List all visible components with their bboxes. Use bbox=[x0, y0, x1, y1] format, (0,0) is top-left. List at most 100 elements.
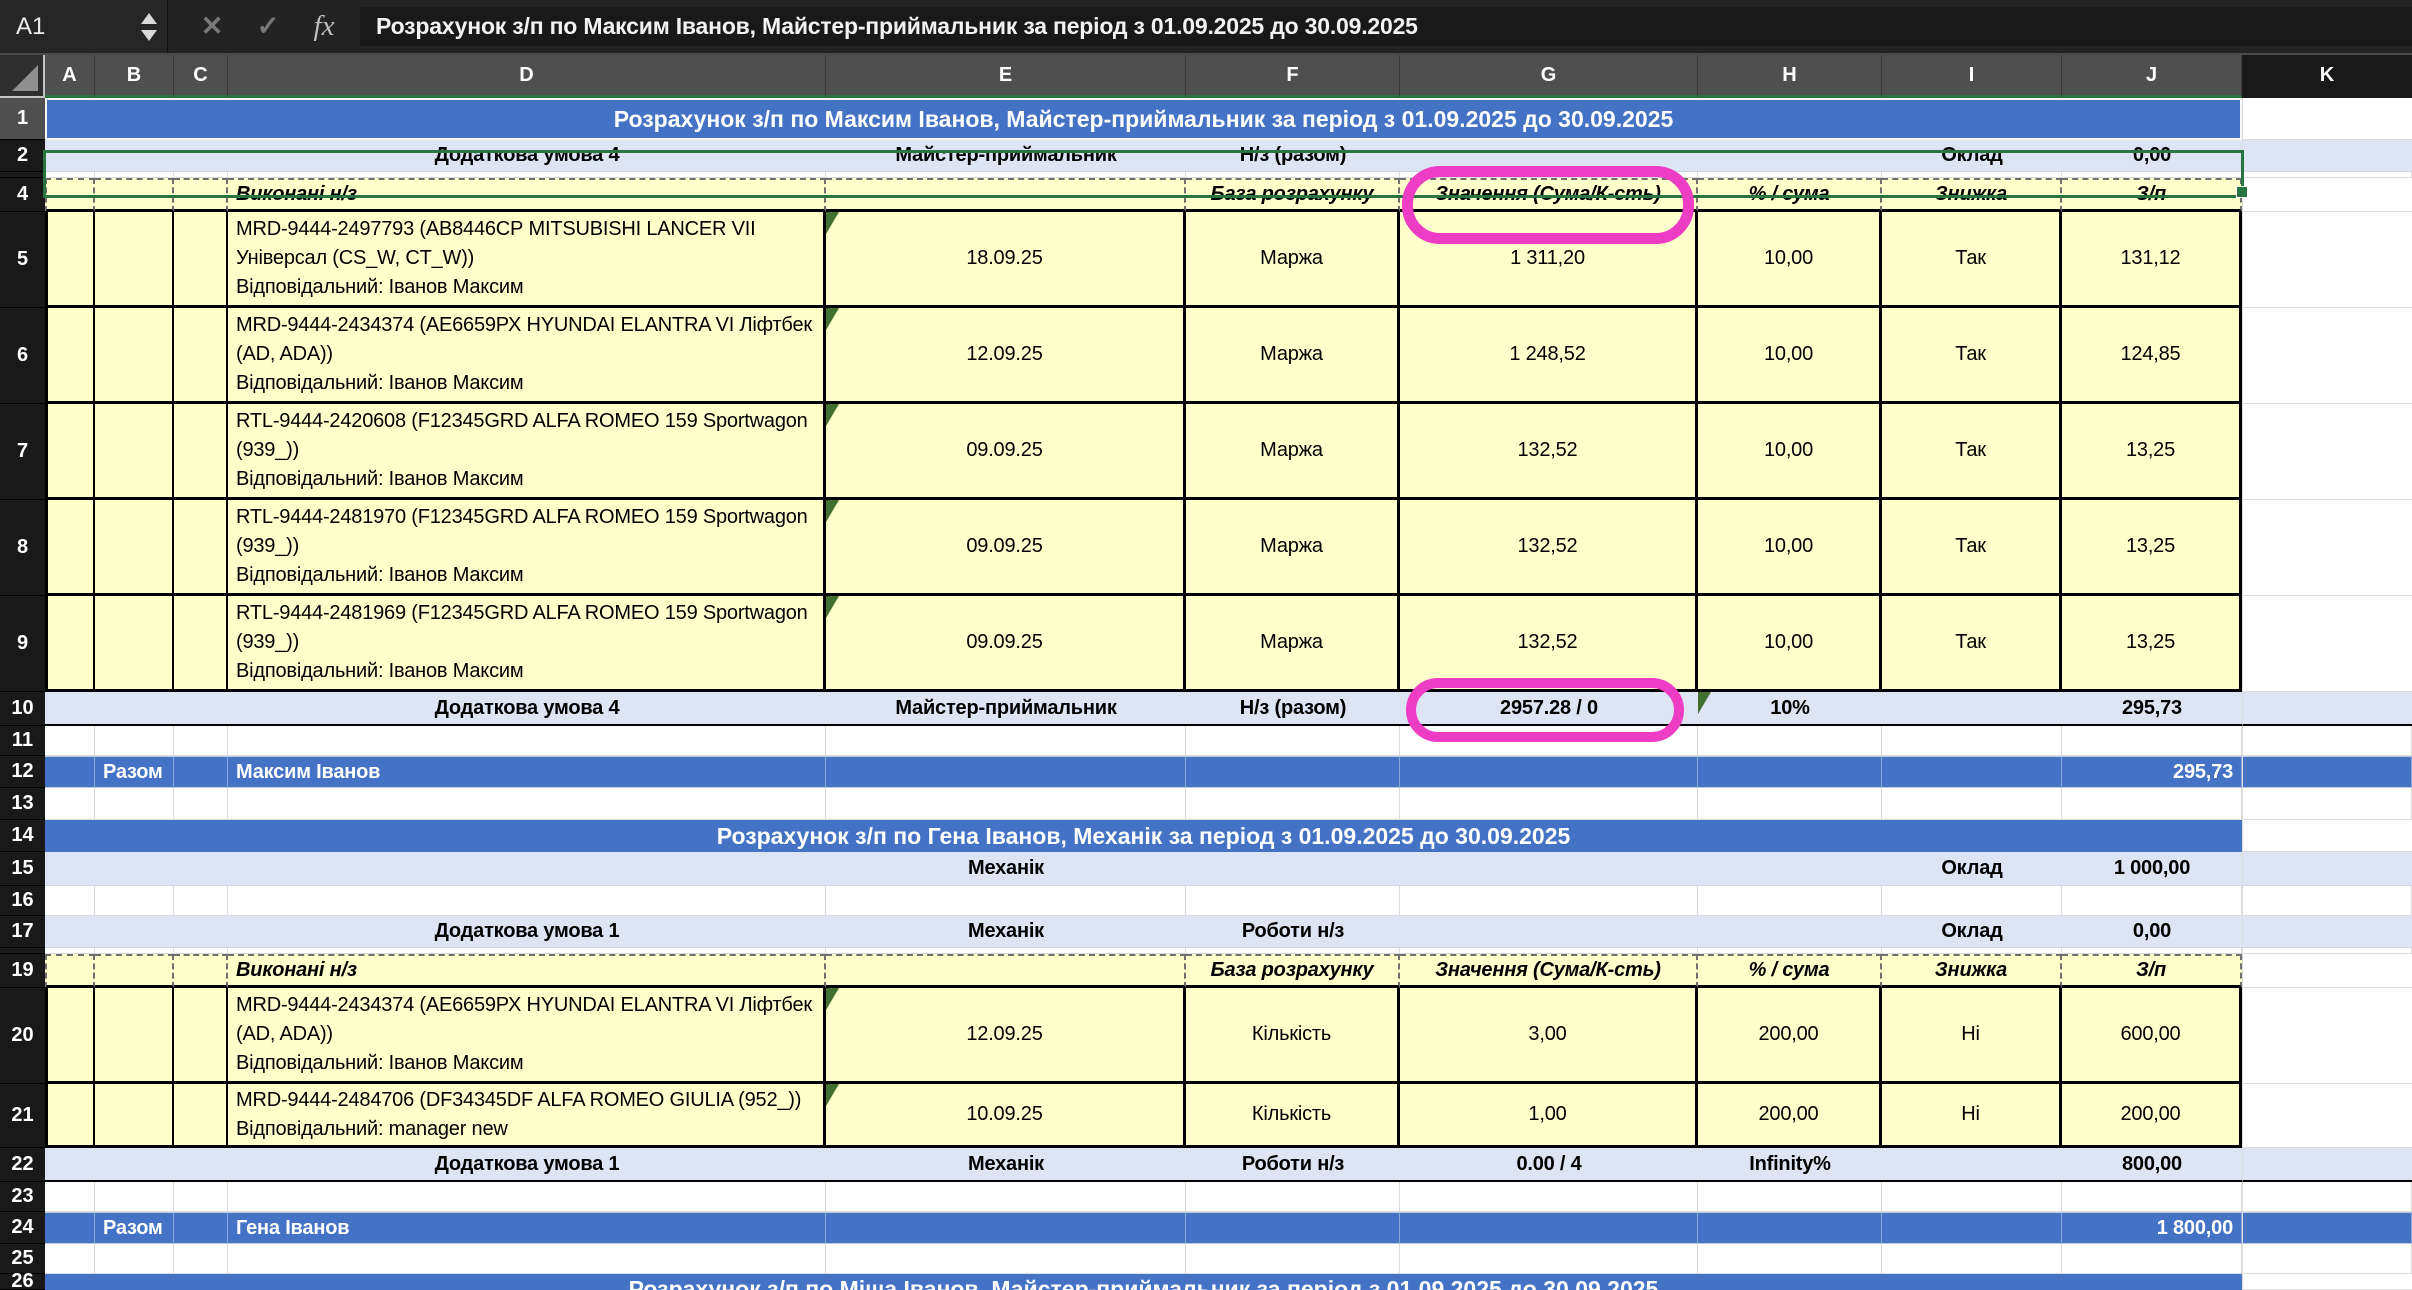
cell-A10[interactable] bbox=[45, 692, 95, 726]
cell-D2[interactable]: Додаткова умова 4 bbox=[228, 140, 826, 172]
column-header-C[interactable]: C bbox=[174, 55, 228, 98]
row-header-19[interactable]: 19 bbox=[0, 954, 45, 988]
cell-K6[interactable] bbox=[2242, 308, 2412, 404]
cell-K19[interactable] bbox=[2242, 954, 2412, 988]
cell-A13[interactable] bbox=[45, 788, 95, 820]
cell-D4[interactable]: Виконані н/з bbox=[228, 178, 826, 212]
row-header-12[interactable]: 12 bbox=[0, 756, 45, 788]
cell-C10[interactable] bbox=[174, 692, 228, 726]
row-header-2[interactable]: 2 bbox=[0, 140, 45, 172]
cell-E21[interactable]: 10.09.25 bbox=[826, 1084, 1186, 1148]
cell-J12[interactable]: 295,73 bbox=[2062, 756, 2242, 788]
cell-I16[interactable] bbox=[1882, 886, 2062, 916]
cell-B20[interactable] bbox=[95, 988, 174, 1084]
cell-D21[interactable]: MRD-9444-2484706 (DF34345DF ALFA ROMEO G… bbox=[228, 1084, 826, 1148]
cell-J21[interactable]: 200,00 bbox=[2062, 1084, 2242, 1148]
cell-D22[interactable]: Додаткова умова 1 bbox=[228, 1148, 826, 1182]
row-header-24[interactable]: 24 bbox=[0, 1212, 45, 1244]
cell-H8[interactable]: 10,00 bbox=[1698, 500, 1882, 596]
cell-D16[interactable] bbox=[228, 886, 826, 916]
cell-B5[interactable] bbox=[95, 212, 174, 308]
cell-J20[interactable]: 600,00 bbox=[2062, 988, 2242, 1084]
cell-I2[interactable]: Оклад bbox=[1882, 140, 2062, 172]
cell-C9[interactable] bbox=[174, 596, 228, 692]
cell-C23[interactable] bbox=[174, 1182, 228, 1212]
cell-A22[interactable] bbox=[45, 1148, 95, 1182]
cell-I12[interactable] bbox=[1882, 756, 2062, 788]
cell-J16[interactable] bbox=[2062, 886, 2242, 916]
cell-E25[interactable] bbox=[826, 1244, 1186, 1274]
cell-B8[interactable] bbox=[95, 500, 174, 596]
column-header-B[interactable]: B bbox=[95, 55, 174, 98]
cell-F16[interactable] bbox=[1186, 886, 1400, 916]
cell-B25[interactable] bbox=[95, 1244, 174, 1274]
cell-K4[interactable] bbox=[2242, 178, 2412, 212]
cell-C22[interactable] bbox=[174, 1148, 228, 1182]
cell-H2[interactable] bbox=[1698, 140, 1882, 172]
cell-H10[interactable]: 10% bbox=[1698, 692, 1882, 726]
cell-J19[interactable]: З/п bbox=[2062, 954, 2242, 988]
column-header-K[interactable]: K bbox=[2242, 55, 2412, 98]
cell-B13[interactable] bbox=[95, 788, 174, 820]
cell-J2[interactable]: 0,00 bbox=[2062, 140, 2242, 172]
confirm-icon[interactable]: ✓ bbox=[240, 11, 296, 42]
cell-B24[interactable]: Разом bbox=[95, 1212, 174, 1244]
cell-G23[interactable] bbox=[1400, 1182, 1698, 1212]
cell-E7[interactable]: 09.09.25 bbox=[826, 404, 1186, 500]
cell-F15[interactable] bbox=[1186, 852, 1400, 886]
cell-B16[interactable] bbox=[95, 886, 174, 916]
cell-B11[interactable] bbox=[95, 726, 174, 756]
cell-A9[interactable] bbox=[45, 596, 95, 692]
cell-H22[interactable]: Infinity% bbox=[1698, 1148, 1882, 1182]
cell-A6[interactable] bbox=[45, 308, 95, 404]
cell-I8[interactable]: Так bbox=[1882, 500, 2062, 596]
cell-D24[interactable]: Гена Іванов bbox=[228, 1212, 826, 1244]
cell-G8[interactable]: 132,52 bbox=[1400, 500, 1698, 596]
cell-G4[interactable]: Значення (Сума/К-сть) bbox=[1400, 178, 1698, 212]
cell-I6[interactable]: Так bbox=[1882, 308, 2062, 404]
cell-J6[interactable]: 124,85 bbox=[2062, 308, 2242, 404]
cell-H4[interactable]: % / сума bbox=[1698, 178, 1882, 212]
cell-I24[interactable] bbox=[1882, 1212, 2062, 1244]
cell-A8[interactable] bbox=[45, 500, 95, 596]
row-header-17[interactable]: 17 bbox=[0, 916, 45, 948]
cell-K7[interactable] bbox=[2242, 404, 2412, 500]
cell-F2[interactable]: Н/з (разом) bbox=[1186, 140, 1400, 172]
cell-I23[interactable] bbox=[1882, 1182, 2062, 1212]
cell-D6[interactable]: MRD-9444-2434374 (АЕ6659РХ HYUNDAI ELANT… bbox=[228, 308, 826, 404]
cell-F12[interactable] bbox=[1186, 756, 1400, 788]
cell-G17[interactable] bbox=[1400, 916, 1698, 948]
cell-F5[interactable]: Маржа bbox=[1186, 212, 1400, 308]
cell-C19[interactable] bbox=[174, 954, 228, 988]
cell-C4[interactable] bbox=[174, 178, 228, 212]
cell-F19[interactable]: База розрахунку bbox=[1186, 954, 1400, 988]
cell-C12[interactable] bbox=[174, 756, 228, 788]
cell-K23[interactable] bbox=[2242, 1182, 2412, 1212]
cell-reference-box[interactable]: A1 bbox=[0, 0, 168, 53]
cell-K9[interactable] bbox=[2242, 596, 2412, 692]
cell-E22[interactable]: Механік bbox=[826, 1148, 1186, 1182]
cell-B2[interactable] bbox=[95, 140, 174, 172]
cell-E9[interactable]: 09.09.25 bbox=[826, 596, 1186, 692]
cell-J15[interactable]: 1 000,00 bbox=[2062, 852, 2242, 886]
cell-B19[interactable] bbox=[95, 954, 174, 988]
cell-I20[interactable]: Ні bbox=[1882, 988, 2062, 1084]
cell-B9[interactable] bbox=[95, 596, 174, 692]
cell-H17[interactable] bbox=[1698, 916, 1882, 948]
cell-J22[interactable]: 800,00 bbox=[2062, 1148, 2242, 1182]
cell-E4[interactable] bbox=[826, 178, 1186, 212]
cell-A4[interactable] bbox=[45, 178, 95, 212]
row-header-9[interactable]: 9 bbox=[0, 596, 45, 692]
cell-D17[interactable]: Додаткова умова 1 bbox=[228, 916, 826, 948]
cell-I13[interactable] bbox=[1882, 788, 2062, 820]
cell-B23[interactable] bbox=[95, 1182, 174, 1212]
cell-E6[interactable]: 12.09.25 bbox=[826, 308, 1186, 404]
cell-D19[interactable]: Виконані н/з bbox=[228, 954, 826, 988]
cell-E15[interactable]: Механік bbox=[826, 852, 1186, 886]
cell-C13[interactable] bbox=[174, 788, 228, 820]
cell-C16[interactable] bbox=[174, 886, 228, 916]
merged-title-cell-row-14[interactable]: Розрахунок з/п по Гена Іванов, Механік з… bbox=[45, 820, 2242, 852]
column-header-A[interactable]: A bbox=[45, 55, 95, 98]
merged-title-cell-row-1[interactable]: Розрахунок з/п по Максим Іванов, Майстер… bbox=[45, 98, 2242, 140]
cell-A11[interactable] bbox=[45, 726, 95, 756]
